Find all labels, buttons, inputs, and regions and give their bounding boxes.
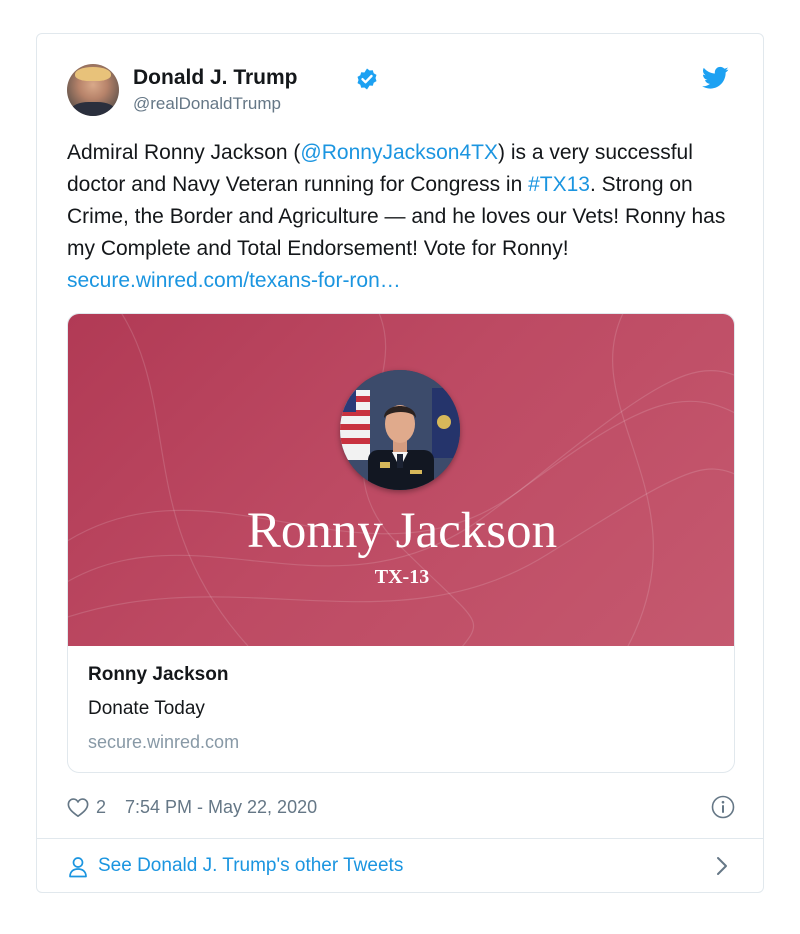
see-more-tweets-link[interactable]: See Donald J. Trump's other Tweets (98, 855, 403, 877)
tweet-text: Admiral Ronny Jackson (@RonnyJackson4TX)… (67, 137, 747, 297)
tweet-text-part: Admiral Ronny Jackson ( (67, 141, 301, 164)
preview-image[interactable]: Ronny Jackson TX-13 (68, 314, 734, 646)
info-icon[interactable] (711, 795, 735, 819)
candidate-portrait (340, 370, 460, 490)
person-icon (69, 857, 87, 878)
tweet-meta: 2 7:54 PM - May 22, 2020 (67, 794, 735, 824)
url-link[interactable]: secure.winred.com/texans-for-ron… (67, 269, 401, 292)
card-description: Donate Today (88, 698, 205, 719)
chevron-right-icon[interactable] (715, 856, 729, 876)
tweet-header: Donald J. Trump @realDonaldTrump (67, 64, 733, 118)
twitter-bird-icon[interactable] (702, 66, 729, 90)
banner-district: TX-13 (374, 566, 430, 588)
mention-link[interactable]: @RonnyJackson4TX (300, 141, 498, 164)
see-more-tweets-row[interactable]: See Donald J. Trump's other Tweets (37, 838, 763, 893)
heart-icon[interactable] (67, 797, 89, 818)
author-name[interactable]: Donald J. Trump (133, 66, 298, 90)
author-avatar[interactable] (67, 64, 119, 116)
tweet-embed-card: Donald J. Trump @realDonaldTrump Admiral… (36, 33, 764, 893)
hashtag-link[interactable]: #TX13 (528, 173, 590, 196)
banner-candidate-name: Ronny Jackson (246, 503, 558, 559)
like-count[interactable]: 2 (96, 797, 106, 818)
tweet-timestamp[interactable]: 7:54 PM - May 22, 2020 (125, 797, 317, 818)
author-handle[interactable]: @realDonaldTrump (133, 94, 281, 114)
verified-badge-icon (357, 68, 377, 90)
card-title[interactable]: Ronny Jackson (88, 664, 228, 686)
card-domain: secure.winred.com (88, 732, 240, 752)
link-preview-card[interactable]: Ronny Jackson TX-13 Ronny Jackson Donate… (67, 313, 735, 773)
